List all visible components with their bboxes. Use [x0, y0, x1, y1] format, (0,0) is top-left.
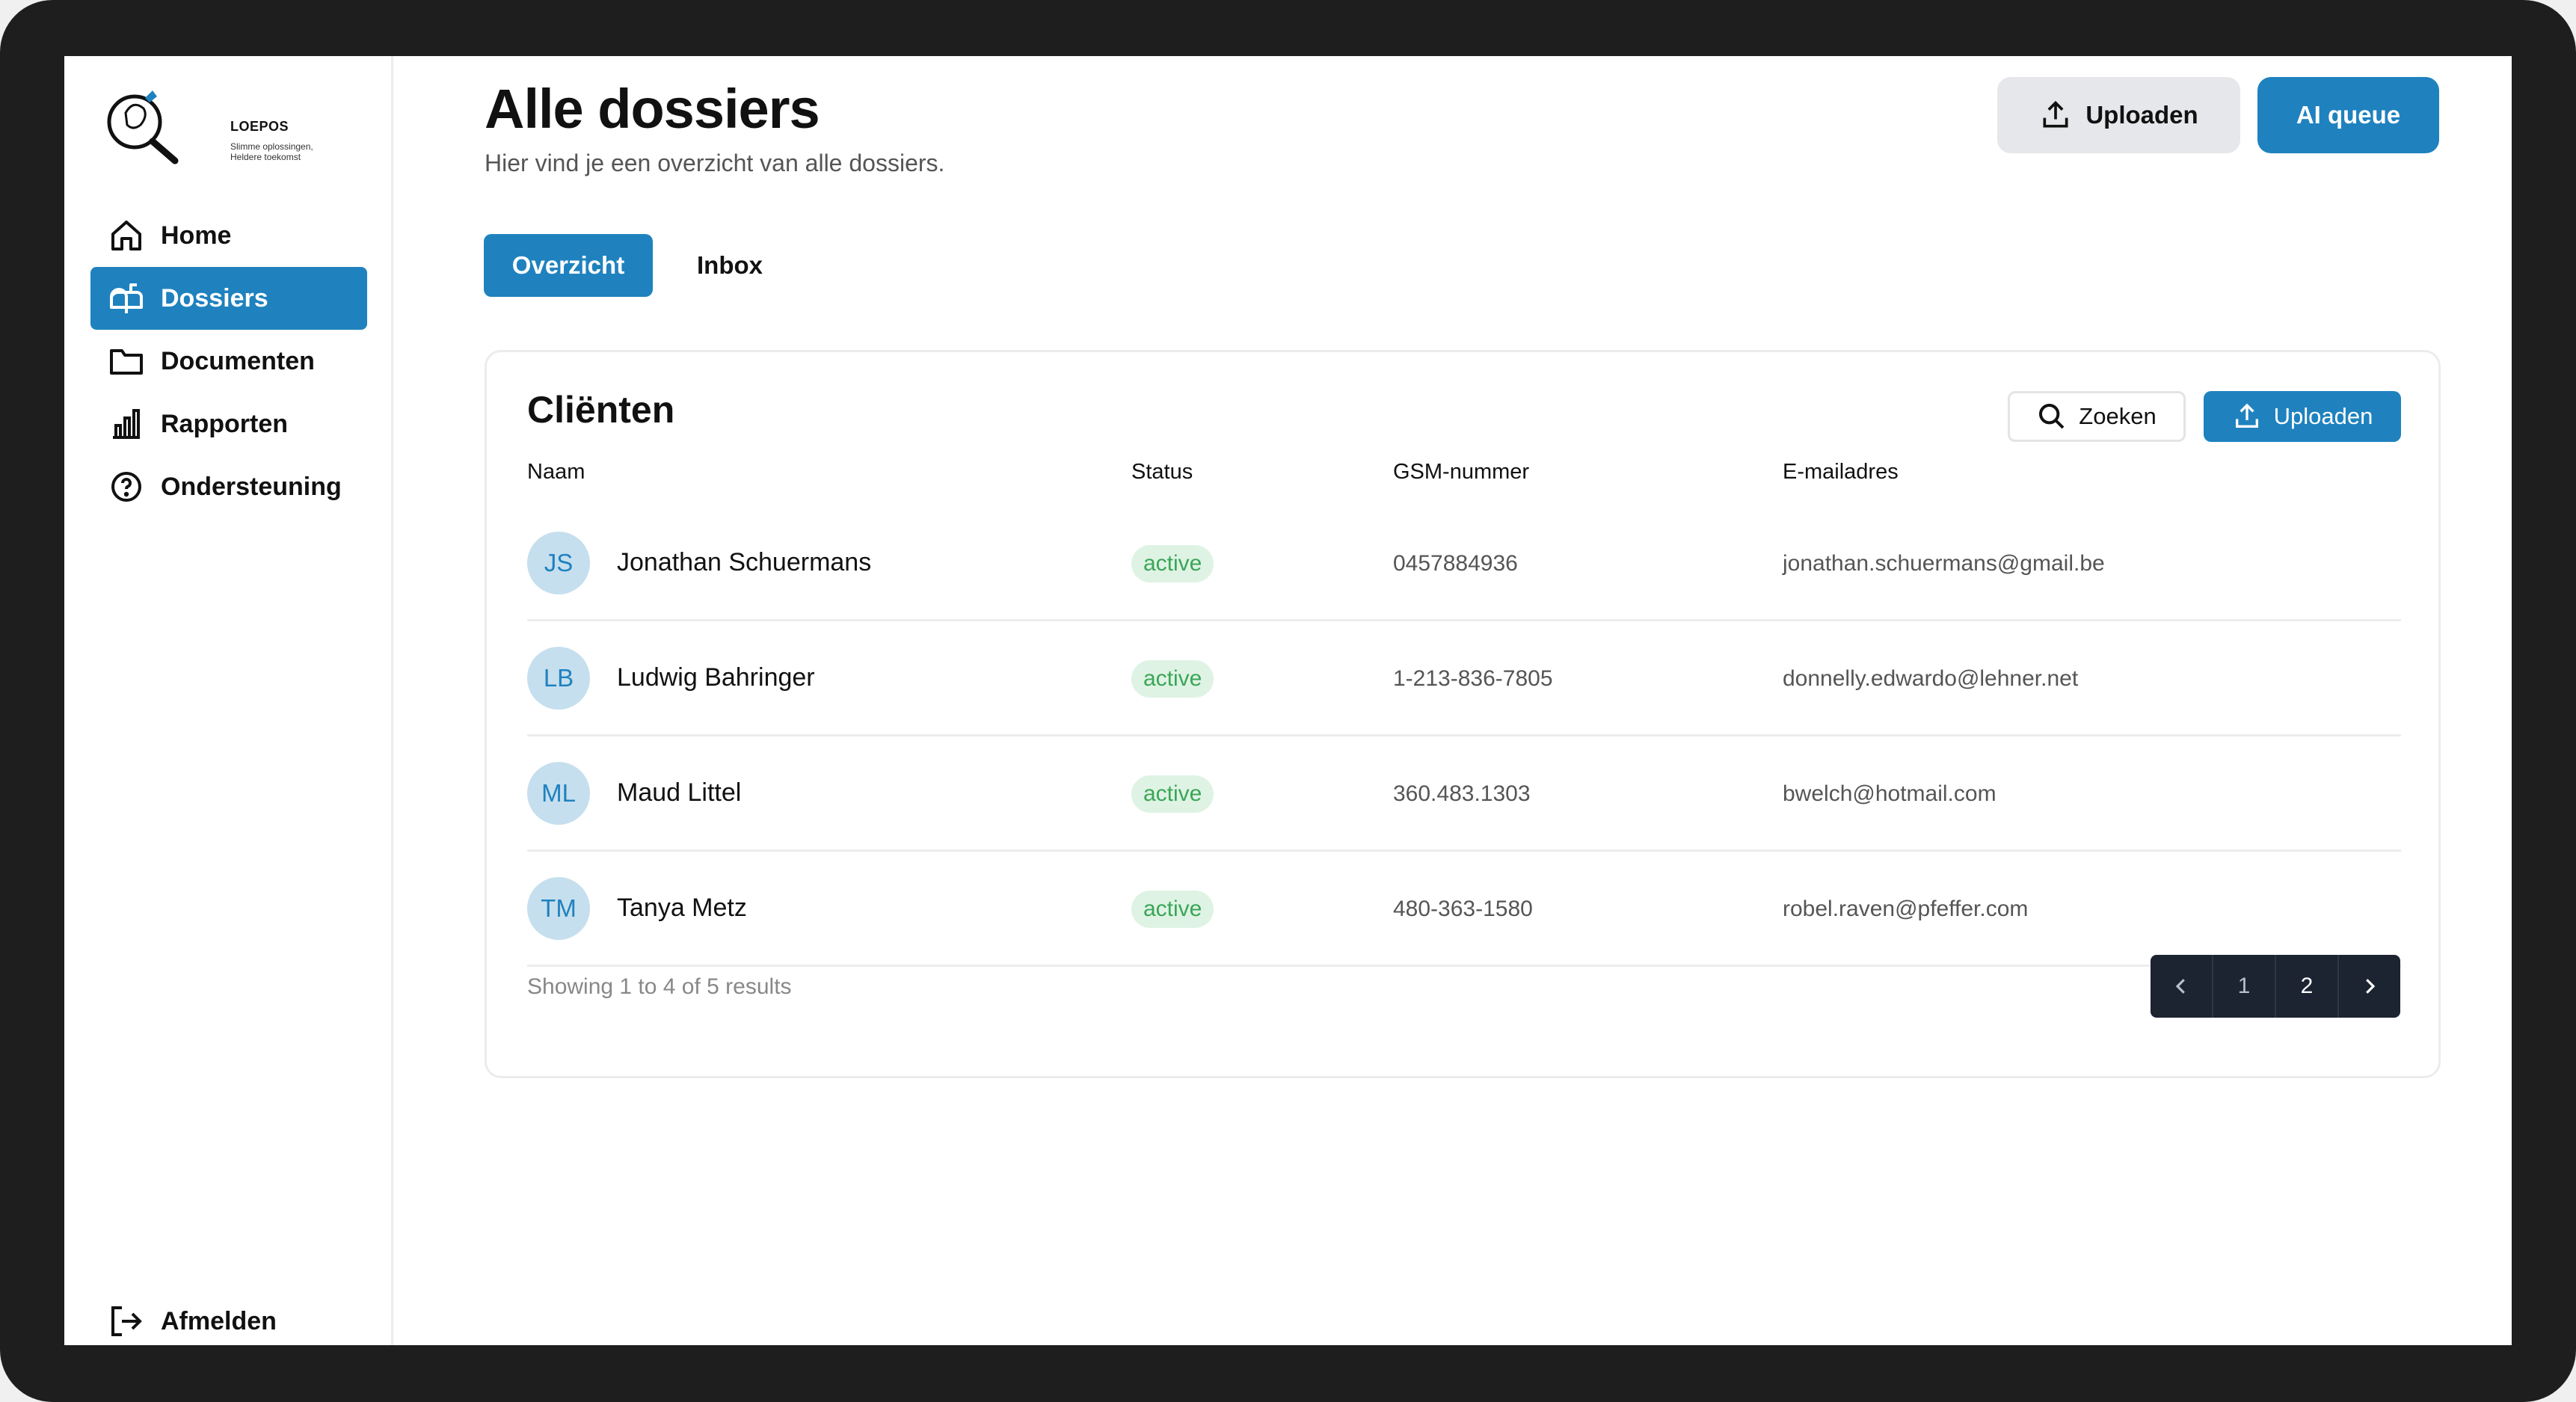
- client-email: robel.raven@pfeffer.com: [1783, 897, 2029, 921]
- client-name: Tanya Metz: [617, 894, 747, 922]
- upload-icon: [2043, 100, 2068, 128]
- table-row[interactable]: ML Maud Littel active 360.483.1303 bwelc…: [527, 737, 2401, 852]
- tab-overzicht[interactable]: Overzicht: [484, 234, 653, 297]
- client-name: Ludwig Bahringer: [617, 663, 815, 692]
- client-phone: 1-213-836-7805: [1393, 666, 1553, 691]
- pagination-next-button[interactable]: [2339, 955, 2400, 1018]
- page-subtitle: Hier vind je een overzicht van alle doss…: [485, 150, 945, 176]
- client-email: jonathan.schuermans@gmail.be: [1783, 551, 2105, 576]
- client-phone: 360.483.1303: [1393, 781, 1531, 806]
- column-header-status: Status: [1131, 460, 1193, 484]
- pagination-page-2[interactable]: 2: [2276, 955, 2339, 1018]
- client-phone: 0457884936: [1393, 551, 1518, 576]
- search-icon: [2039, 404, 2065, 429]
- logout-button[interactable]: Afmelden: [108, 1303, 277, 1339]
- client-name: Maud Littel: [617, 778, 742, 807]
- page-title: Alle dossiers: [485, 78, 820, 140]
- ai-queue-button[interactable]: AI queue: [2257, 77, 2439, 153]
- sidebar-item-home[interactable]: Home: [90, 204, 367, 267]
- sidebar-item-label: Dossiers: [161, 283, 268, 313]
- column-header-gsm: GSM-nummer: [1393, 460, 1530, 484]
- status-badge: active: [1131, 660, 1214, 698]
- app-screen: LOEPOS Slimme oplossingen, Heldere toeko…: [64, 56, 2512, 1345]
- pagination-prev-button[interactable]: [2151, 955, 2213, 1018]
- sidebar: LOEPOS Slimme oplossingen, Heldere toeko…: [64, 56, 393, 1345]
- sidebar-item-dossiers[interactable]: Dossiers: [90, 267, 367, 330]
- mailbox-icon: [108, 280, 144, 316]
- results-summary: Showing 1 to 4 of 5 results: [527, 974, 792, 999]
- device-frame: LOEPOS Slimme oplossingen, Heldere toeko…: [0, 0, 2576, 1402]
- sidebar-item-rapporten[interactable]: Rapporten: [90, 393, 367, 455]
- table-row[interactable]: TM Tanya Metz active 480-363-1580 robel.…: [527, 852, 2401, 967]
- avatar: ML: [527, 762, 590, 825]
- logo: LOEPOS Slimme oplossingen, Heldere toeko…: [100, 83, 325, 165]
- home-icon: [108, 218, 144, 253]
- folder-icon: [108, 343, 144, 379]
- clients-upload-label: Uploaden: [2273, 403, 2373, 429]
- avatar: JS: [527, 532, 590, 594]
- magnifier-logo-icon: [107, 90, 179, 165]
- search-button-label: Zoeken: [2079, 403, 2157, 429]
- client-phone: 480-363-1580: [1393, 897, 1533, 921]
- column-header-email: E-mailadres: [1783, 460, 1899, 484]
- ai-queue-label: AI queue: [2296, 101, 2401, 129]
- logo-title: LOEPOS: [230, 119, 289, 134]
- card-title: Cliënten: [527, 389, 675, 431]
- avatar: TM: [527, 877, 590, 940]
- upload-button-label: Uploaden: [2085, 101, 2198, 129]
- sidebar-item-label: Home: [161, 221, 232, 250]
- sidebar-item-ondersteuning[interactable]: Ondersteuning: [90, 455, 367, 518]
- sidebar-item-label: Ondersteuning: [161, 472, 342, 501]
- clients-card: Cliënten Zoeken Uploaden Naam Status GSM…: [485, 350, 2441, 1078]
- table-row[interactable]: LB Ludwig Bahringer active 1-213-836-780…: [527, 621, 2401, 737]
- sidebar-item-label: Documenten: [161, 346, 315, 375]
- upload-icon: [2235, 403, 2258, 428]
- client-name: Jonathan Schuermans: [617, 548, 872, 577]
- pagination: 1 2: [2151, 955, 2400, 1018]
- chevron-right-icon: [2366, 979, 2376, 994]
- avatar: LB: [527, 647, 590, 710]
- status-badge: active: [1131, 775, 1214, 813]
- logo-subtitle: Slimme oplossingen, Heldere toekomst: [230, 141, 313, 162]
- client-email: donnelly.edwardo@lehner.net: [1783, 666, 2079, 691]
- sidebar-item-label: Rapporten: [161, 409, 288, 438]
- clients-upload-button[interactable]: Uploaden: [2204, 391, 2401, 442]
- status-badge: active: [1131, 545, 1214, 582]
- upload-button[interactable]: Uploaden: [1997, 77, 2240, 153]
- status-badge: active: [1131, 891, 1214, 928]
- search-button[interactable]: Zoeken: [2008, 391, 2186, 442]
- tab-inbox[interactable]: Inbox: [685, 234, 775, 297]
- chevron-left-icon: [2175, 979, 2185, 994]
- table-row[interactable]: JS Jonathan Schuermans active 0457884936…: [527, 506, 2401, 621]
- column-header-naam: Naam: [527, 460, 585, 484]
- sidebar-item-documenten[interactable]: Documenten: [90, 330, 367, 393]
- pagination-page-1[interactable]: 1: [2213, 955, 2276, 1018]
- help-circle-icon: [108, 469, 144, 505]
- logout-icon: [111, 1306, 142, 1336]
- bar-chart-icon: [108, 406, 144, 442]
- client-email: bwelch@hotmail.com: [1783, 781, 1996, 806]
- logout-label: Afmelden: [161, 1306, 277, 1335]
